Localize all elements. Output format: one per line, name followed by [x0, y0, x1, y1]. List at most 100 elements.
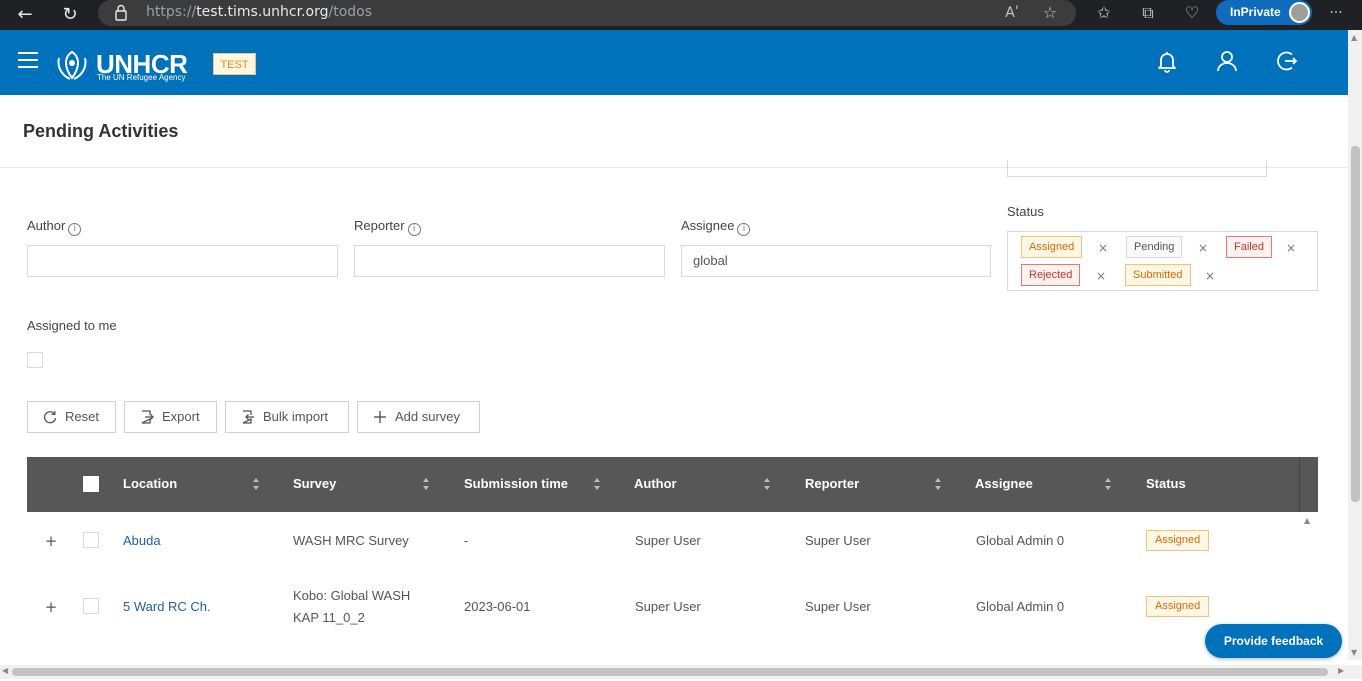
reporter-label: Reporter i: [354, 218, 421, 236]
title-bar: Pending Activities: [0, 95, 1348, 168]
export-icon: [141, 410, 154, 424]
horizontal-scrollbar[interactable]: ◀ ▶: [0, 665, 1362, 679]
inprivate-label: InPrivate: [1230, 5, 1281, 19]
location-link[interactable]: Abuda: [123, 533, 161, 548]
unhcr-emblem-icon: [57, 50, 87, 80]
sort-icon[interactable]: [593, 477, 601, 491]
scrollbar-thumb[interactable]: [1351, 146, 1360, 502]
column-header-reporter[interactable]: Reporter: [805, 476, 859, 491]
browser-toolbar: ← ↻ https://test.tims.unhcr.org/todos Aʹ…: [0, 0, 1362, 30]
chevron-right-icon[interactable]: ▶: [1338, 666, 1344, 675]
survey-cell: WASH MRC Survey: [293, 533, 409, 548]
status-select[interactable]: Assigned × Pending × Failed × Rejected ×…: [1007, 231, 1318, 291]
provide-feedback-button[interactable]: Provide feedback: [1205, 624, 1342, 658]
close-icon[interactable]: ×: [1095, 270, 1107, 282]
more-icon[interactable]: ···: [1324, 2, 1348, 24]
close-icon[interactable]: ×: [1285, 242, 1297, 254]
chevron-up-icon[interactable]: ▲: [1304, 516, 1310, 525]
import-icon: [242, 410, 254, 424]
column-header-status[interactable]: Status: [1146, 476, 1186, 491]
submission-time-cell: 2023-06-01: [464, 599, 531, 614]
vertical-scrollbar[interactable]: ▲ ▼: [1348, 30, 1362, 660]
reporter-cell: Super User: [805, 599, 871, 614]
expand-icon[interactable]: +: [44, 532, 58, 550]
column-header-assignee[interactable]: Assignee: [975, 476, 1033, 491]
assigned-to-me-checkbox[interactable]: [27, 352, 43, 368]
row-checkbox[interactable]: [83, 532, 99, 548]
url-text: https://test.tims.unhcr.org/todos: [146, 4, 373, 20]
reset-label: Reset: [65, 409, 99, 424]
chevron-up-icon[interactable]: ▲: [1351, 33, 1357, 42]
unhcr-logo[interactable]: UNHCR The UN Refugee Agency: [53, 48, 198, 84]
chevron-left-icon[interactable]: ◀: [2, 666, 8, 675]
user-icon[interactable]: [1214, 48, 1240, 74]
lock-icon: [115, 4, 127, 21]
logout-icon[interactable]: [1274, 48, 1300, 74]
sort-icon[interactable]: [252, 477, 260, 491]
bell-icon[interactable]: [1154, 48, 1180, 74]
refresh-icon[interactable]: ↻: [57, 2, 83, 28]
status-tag-rejected: Rejected: [1021, 264, 1081, 286]
author-label: Author i: [27, 218, 82, 236]
profile-avatar: [1289, 2, 1310, 23]
close-icon[interactable]: ×: [1204, 270, 1216, 282]
sort-icon[interactable]: [763, 477, 771, 491]
assignee-input[interactable]: global: [681, 245, 991, 277]
survey-cell-line2: KAP 11_0_2: [293, 610, 365, 625]
star-icon[interactable]: ☆: [1038, 2, 1062, 24]
browser-essentials-icon[interactable]: ♡: [1180, 2, 1204, 24]
favorites-icon[interactable]: ✩: [1092, 2, 1116, 24]
status-badge: Assigned: [1146, 530, 1210, 551]
info-icon[interactable]: i: [68, 223, 82, 236]
sort-icon[interactable]: [934, 477, 942, 491]
status-tag-assigned: Assigned: [1021, 236, 1083, 258]
select-all-checkbox[interactable]: [83, 476, 99, 492]
info-icon[interactable]: i: [407, 223, 421, 236]
close-icon[interactable]: ×: [1197, 242, 1209, 254]
column-header-survey[interactable]: Survey: [293, 476, 336, 491]
status-tag-submitted: Submitted: [1125, 264, 1191, 286]
status-tag-failed: Failed: [1226, 236, 1272, 258]
sort-icon[interactable]: [1104, 477, 1112, 491]
export-button[interactable]: Export: [124, 401, 217, 433]
partial-filter-field[interactable]: [1007, 160, 1267, 177]
submission-time-cell: -: [464, 533, 469, 548]
menu-icon[interactable]: [18, 52, 38, 70]
column-divider: [1299, 457, 1300, 512]
column-header-submission-time[interactable]: Submission time: [464, 476, 568, 491]
table-header: Location Survey Submission time Author R…: [27, 457, 1318, 512]
status-label: Status: [1007, 204, 1044, 219]
scrollbar-thumb[interactable]: [12, 668, 1328, 676]
status-badge: Assigned: [1146, 596, 1210, 617]
reporter-cell: Super User: [805, 533, 871, 548]
info-icon[interactable]: i: [737, 223, 751, 236]
expand-icon[interactable]: +: [44, 598, 58, 616]
read-aloud-icon[interactable]: Aʹ: [1000, 2, 1024, 24]
reset-icon: [43, 411, 57, 424]
bulk-import-label: Bulk import: [263, 409, 329, 424]
export-label: Export: [162, 409, 200, 424]
bulk-import-button[interactable]: Bulk import: [225, 401, 349, 433]
plus-icon: [374, 411, 386, 423]
location-link[interactable]: 5 Ward RC Ch.: [123, 599, 211, 614]
collections-icon[interactable]: ⧉: [1136, 2, 1160, 24]
row-checkbox[interactable]: [83, 598, 99, 614]
back-arrow-icon[interactable]: ←: [12, 2, 38, 28]
column-header-author[interactable]: Author: [634, 476, 677, 491]
author-cell: Super User: [635, 599, 701, 614]
add-survey-button[interactable]: Add survey: [357, 401, 480, 433]
author-input[interactable]: [27, 245, 338, 277]
chevron-down-icon[interactable]: ▼: [1351, 648, 1357, 657]
sort-icon[interactable]: [422, 477, 430, 491]
status-tag-pending: Pending: [1126, 236, 1183, 258]
survey-cell: Kobo: Global WASH: [293, 588, 411, 603]
assignee-label: Assignee i: [681, 218, 751, 236]
author-cell: Super User: [635, 533, 701, 548]
address-bar[interactable]: https://test.tims.unhcr.org/todos Aʹ ☆: [98, 0, 1076, 26]
inprivate-badge[interactable]: InPrivate: [1216, 0, 1312, 25]
close-icon[interactable]: ×: [1097, 242, 1109, 254]
assigned-to-me-label: Assigned to me: [27, 318, 117, 333]
reset-button[interactable]: Reset: [27, 401, 116, 433]
column-header-location[interactable]: Location: [123, 476, 177, 491]
reporter-input[interactable]: [354, 245, 665, 277]
